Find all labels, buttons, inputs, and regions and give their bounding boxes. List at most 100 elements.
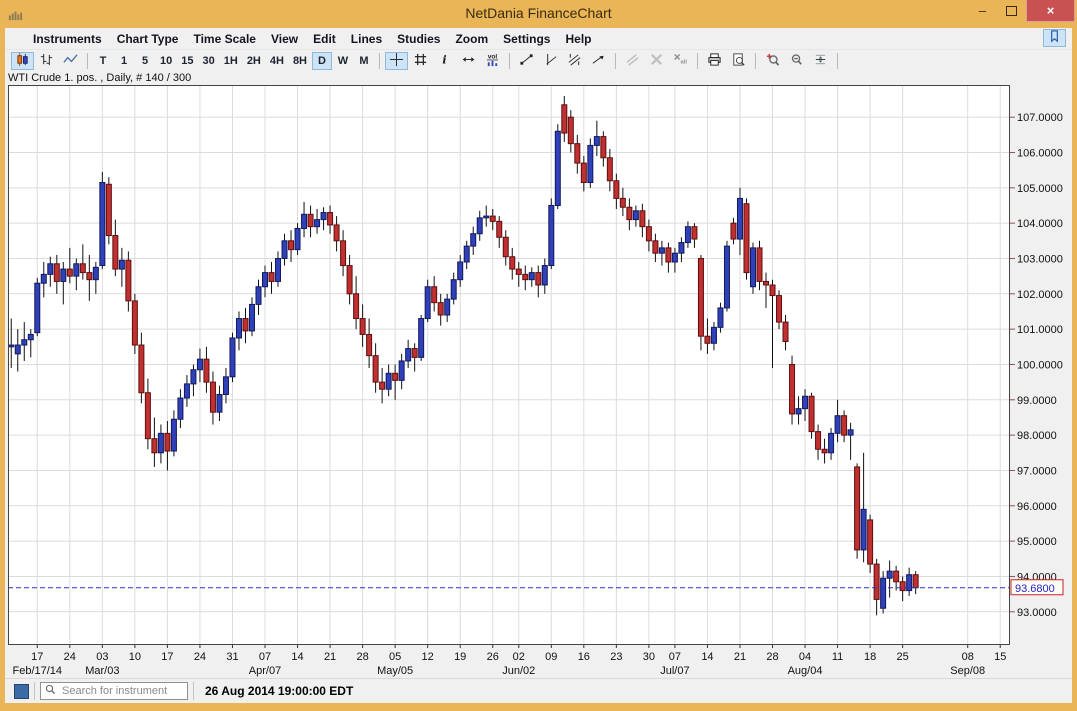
menu-item-studies[interactable]: Studies — [397, 32, 440, 46]
menu-item-help[interactable]: Help — [565, 32, 591, 46]
toolbar-button-crosshair[interactable] — [385, 52, 408, 70]
toolbar-button-timeframe-4h[interactable]: 4H — [266, 52, 288, 70]
pin-chart-button[interactable] — [1043, 29, 1066, 47]
toolbar-button-vertical-line[interactable] — [539, 52, 562, 70]
svg-text:98.0000: 98.0000 — [1017, 430, 1057, 442]
trend-line-icon — [519, 52, 534, 70]
svg-text:96.0000: 96.0000 — [1017, 501, 1057, 513]
menu-item-edit[interactable]: Edit — [313, 32, 336, 46]
toolbar-button-print[interactable] — [703, 52, 726, 70]
svg-text:12: 12 — [422, 651, 434, 663]
minimize-button[interactable]: – — [968, 0, 997, 21]
svg-text:May/05: May/05 — [377, 665, 413, 677]
svg-text:15: 15 — [994, 651, 1006, 663]
toolbar-button-candlestick-chart[interactable] — [11, 52, 34, 70]
svg-text:18: 18 — [864, 651, 876, 663]
toolbar-button-parallel-lines[interactable] — [621, 52, 644, 70]
svg-text:24: 24 — [194, 651, 206, 663]
svg-text:17: 17 — [161, 651, 173, 663]
toolbar-button-timeframe-8h[interactable]: 8H — [289, 52, 311, 70]
toolbar-button-channel[interactable] — [563, 52, 586, 70]
svg-text:102.0000: 102.0000 — [1017, 289, 1063, 301]
toolbar-button-timeframe-15m[interactable]: 15 — [177, 52, 197, 70]
toolbar-button-ohlc-bar-chart[interactable] — [35, 52, 58, 70]
toolbar-button-horizontal-scroll[interactable] — [457, 52, 480, 70]
toolbar-button-timeframe-30m[interactable]: 30 — [199, 52, 219, 70]
status-bar: 26 Aug 2014 19:00:00 EDT — [5, 678, 1072, 703]
toolbar-button-info[interactable]: i — [433, 52, 456, 70]
svg-text:11: 11 — [832, 651, 843, 663]
toolbar-button-timeframe-tick[interactable]: T — [93, 52, 113, 70]
instrument-search-box[interactable] — [40, 682, 188, 700]
svg-text:07: 07 — [259, 651, 271, 663]
menu-item-lines[interactable]: Lines — [351, 32, 382, 46]
svg-text:Jun/02: Jun/02 — [502, 665, 535, 677]
svg-text:97.0000: 97.0000 — [1017, 465, 1057, 477]
svg-text:08: 08 — [962, 651, 974, 663]
toolbar-button-volume[interactable]: vol — [481, 52, 504, 70]
search-input[interactable] — [60, 684, 183, 698]
toolbar-button-delete-all-lines[interactable]: all — [669, 52, 692, 70]
menu-item-chart-type[interactable]: Chart Type — [117, 32, 179, 46]
toolbar-button-grid[interactable] — [409, 52, 432, 70]
svg-text:105.0000: 105.0000 — [1017, 183, 1063, 195]
maximize-button[interactable] — [997, 0, 1026, 21]
svg-text:93.0000: 93.0000 — [1017, 607, 1057, 619]
statusbar-divider — [34, 682, 35, 700]
toolbar-separator — [509, 53, 510, 69]
toolbar-button-timeframe-daily[interactable]: D — [312, 52, 332, 70]
toolbar-button-delete-line[interactable] — [645, 52, 668, 70]
toolbar-button-timeframe-10m[interactable]: 10 — [156, 52, 176, 70]
svg-text:103.0000: 103.0000 — [1017, 253, 1063, 265]
svg-text:26: 26 — [487, 651, 499, 663]
svg-text:17: 17 — [31, 651, 43, 663]
toolbar-button-timeframe-monthly[interactable]: M — [354, 52, 374, 70]
toolbar-button-zoom-in[interactable] — [761, 52, 784, 70]
candlestick-chart[interactable]: 107.0000106.0000105.0000104.0000103.0000… — [8, 85, 1064, 677]
svg-text:05: 05 — [389, 651, 401, 663]
svg-text:16: 16 — [578, 651, 590, 663]
svg-text:09: 09 — [545, 651, 557, 663]
crosshair-icon — [389, 52, 404, 70]
toolbar-button-trend-arrow[interactable] — [587, 52, 610, 70]
toolbar-button-line-chart[interactable] — [59, 52, 82, 70]
window-title: NetDania FinanceChart — [0, 5, 1077, 21]
svg-text:Feb/17/14: Feb/17/14 — [13, 665, 63, 677]
svg-text:28: 28 — [766, 651, 778, 663]
toolbar-separator — [615, 53, 616, 69]
svg-text:04: 04 — [799, 651, 811, 663]
menu-item-zoom[interactable]: Zoom — [455, 32, 488, 46]
menu-item-settings[interactable]: Settings — [503, 32, 550, 46]
volume-icon: vol — [485, 52, 500, 70]
pin-icon — [1047, 29, 1062, 47]
svg-text:19: 19 — [454, 651, 466, 663]
svg-text:21: 21 — [324, 651, 336, 663]
toolbar-button-timeframe-1m[interactable]: 1 — [114, 52, 134, 70]
app-window: NetDania FinanceChart – × Instruments Cha… — [0, 0, 1077, 711]
toolbar-button-timeframe-1h[interactable]: 1H — [220, 52, 242, 70]
svg-text:21: 21 — [734, 651, 746, 663]
close-button[interactable]: × — [1026, 0, 1075, 22]
svg-text:101.0000: 101.0000 — [1017, 324, 1063, 336]
svg-text:i: i — [442, 52, 446, 66]
toolbar-button-fit-vertical[interactable] — [809, 52, 832, 70]
instrument-list-button[interactable] — [14, 684, 29, 699]
menu-item-view[interactable]: View — [271, 32, 298, 46]
toolbar-button-trend-line[interactable] — [515, 52, 538, 70]
svg-text:104.0000: 104.0000 — [1017, 218, 1063, 230]
close-icon: × — [1047, 3, 1055, 18]
svg-text:Jul/07: Jul/07 — [660, 665, 689, 677]
svg-text:25: 25 — [897, 651, 909, 663]
toolbar-button-print-preview[interactable] — [727, 52, 750, 70]
toolbar-button-timeframe-5m[interactable]: 5 — [135, 52, 155, 70]
print-icon — [707, 52, 722, 70]
channel-icon — [567, 52, 582, 70]
svg-text:107.0000: 107.0000 — [1017, 112, 1063, 124]
toolbar-button-timeframe-weekly[interactable]: W — [333, 52, 353, 70]
menu-item-instruments[interactable]: Instruments — [33, 32, 102, 46]
zoom-in-icon — [765, 52, 780, 70]
toolbar-button-zoom-out[interactable] — [785, 52, 808, 70]
menu-item-time-scale[interactable]: Time Scale — [193, 32, 255, 46]
toolbar-button-timeframe-2h[interactable]: 2H — [243, 52, 265, 70]
window-content: Instruments Chart Type Time Scale View Edit L… — [5, 28, 1072, 703]
